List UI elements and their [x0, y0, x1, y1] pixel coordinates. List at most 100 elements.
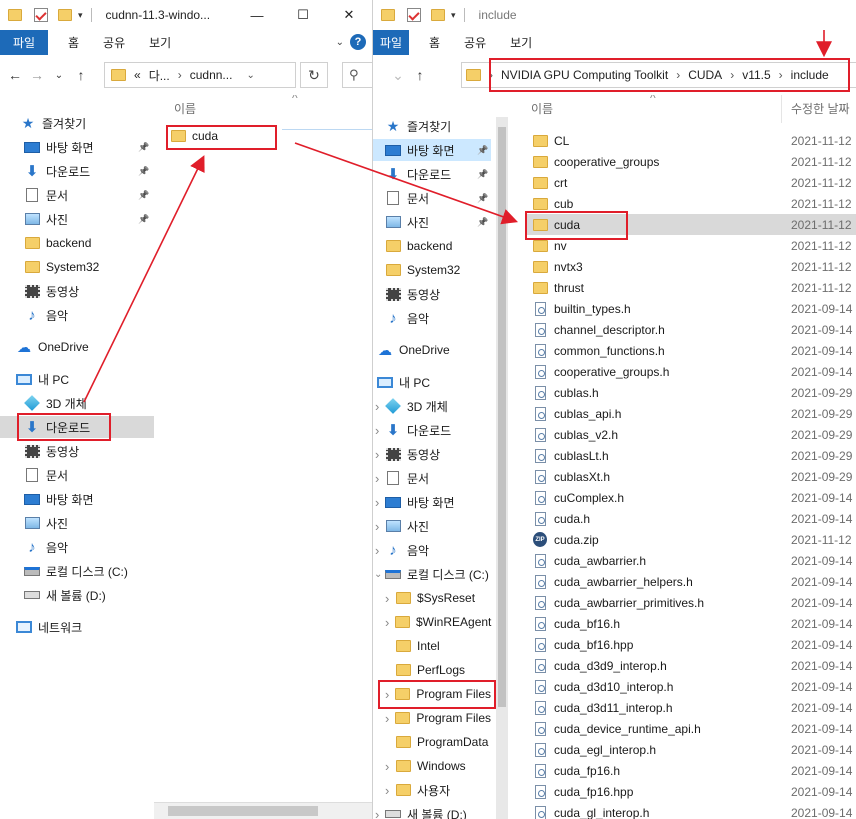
search-input[interactable]: ⚲: [342, 62, 372, 88]
breadcrumb-include[interactable]: include: [791, 68, 829, 82]
right-title-bar[interactable]: ▾ include: [373, 0, 856, 30]
expand-chevron-icon[interactable]: ›: [375, 471, 379, 486]
file-row-cublasxt-h[interactable]: cublasXt.h 2021-09-29: [526, 466, 856, 487]
file-row-thrust[interactable]: thrust 2021-11-12: [526, 277, 856, 298]
nav-item-windows[interactable]: › Windows: [373, 755, 491, 777]
left-title-bar[interactable]: ▾ cudnn-11.3-windo... — ☐ ✕: [0, 0, 372, 30]
chevron-right-icon[interactable]: ›: [779, 68, 783, 82]
chevron-right-icon[interactable]: ›: [676, 68, 680, 82]
nav-item-동영상[interactable]: › 동영상: [373, 443, 491, 465]
nav-item-사용자[interactable]: › 사용자: [373, 779, 491, 801]
file-row-cuda-awbarrier-h[interactable]: cuda_awbarrier.h 2021-09-14: [526, 550, 856, 571]
nav-item-바탕-화면[interactable]: 바탕 화면 📌: [373, 139, 491, 161]
expand-chevron-icon[interactable]: ›: [375, 495, 379, 510]
expand-ribbon-icon[interactable]: ⌄: [336, 37, 344, 48]
properties-icon[interactable]: [34, 8, 48, 22]
nav-item-문서[interactable]: › 문서: [373, 467, 491, 489]
new-folder-icon[interactable]: [431, 9, 445, 21]
file-row-cuda-device-runtime-api-h[interactable]: cuda_device_runtime_api.h 2021-09-14: [526, 718, 856, 739]
maximize-button[interactable]: ☐: [280, 0, 326, 30]
chevron-right-icon[interactable]: ›: [489, 68, 493, 82]
address-bar[interactable]: › NVIDIA GPU Computing Toolkit › CUDA › …: [461, 62, 856, 88]
file-row-cuda-zip[interactable]: ZIP cuda.zip 2021-11-12: [526, 529, 856, 550]
nav-item-다운로드[interactable]: ⬇ 다운로드: [0, 416, 154, 438]
nav-item-다운로드[interactable]: ⬇ 다운로드 📌: [0, 160, 154, 182]
nav-item-동영상[interactable]: 동영상: [373, 283, 491, 305]
nav-item-programdata[interactable]: ProgramData: [373, 731, 491, 753]
file-row-cublas-v2-h[interactable]: cublas_v2.h 2021-09-29: [526, 424, 856, 445]
nav-item-동영상[interactable]: 동영상: [0, 440, 154, 462]
nav-item-system32[interactable]: System32: [373, 259, 491, 281]
expand-chevron-icon[interactable]: ›: [385, 783, 389, 798]
chevron-down-icon[interactable]: ⌄: [246, 70, 254, 81]
column-header-name[interactable]: 이름: [174, 100, 196, 117]
nav-item-perflogs[interactable]: PerfLogs: [373, 659, 491, 681]
tab-share[interactable]: 공유: [103, 34, 125, 51]
minimize-button[interactable]: —: [234, 0, 280, 30]
column-header-name[interactable]: 이름: [531, 100, 553, 117]
up-button[interactable]: ↑: [409, 67, 431, 83]
nav-item-intel[interactable]: Intel: [373, 635, 491, 657]
nav-item-system32[interactable]: System32: [0, 256, 154, 278]
breadcrumb-downloads[interactable]: 다...: [149, 67, 170, 84]
tab-share[interactable]: 공유: [464, 34, 486, 51]
nav-item-새-볼륨-d[interactable]: 새 볼륨 (D:): [0, 584, 154, 606]
nav-item-사진[interactable]: 사진: [0, 512, 154, 534]
nav-item-backend[interactable]: backend: [373, 235, 491, 257]
recent-locations-button[interactable]: ⌄: [387, 67, 409, 84]
nav-item-program-files[interactable]: › Program Files: [373, 683, 491, 705]
expand-chevron-icon[interactable]: ›: [375, 519, 379, 534]
nav-scrollbar[interactable]: [496, 117, 508, 819]
expand-chevron-icon[interactable]: ›: [385, 591, 389, 606]
quick-access-dropdown-icon[interactable]: ▾: [78, 10, 83, 21]
nav-item-program-files[interactable]: › Program Files: [373, 707, 491, 729]
file-row-cublas-h[interactable]: cublas.h 2021-09-29: [526, 382, 856, 403]
scrollbar-thumb[interactable]: [168, 806, 318, 816]
file-row-cuda-bf16-h[interactable]: cuda_bf16.h 2021-09-14: [526, 613, 856, 634]
chevron-right-icon[interactable]: ›: [730, 68, 734, 82]
nav-item-내-pc[interactable]: 내 PC: [0, 368, 154, 390]
file-row-cuda-bf16-hpp[interactable]: cuda_bf16.hpp 2021-09-14: [526, 634, 856, 655]
file-row-cublaslt-h[interactable]: cublasLt.h 2021-09-29: [526, 445, 856, 466]
new-folder-icon[interactable]: [58, 9, 72, 21]
file-row-channel-descriptor-h[interactable]: channel_descriptor.h 2021-09-14: [526, 319, 856, 340]
file-row-cuda-awbarrier-helpers-h[interactable]: cuda_awbarrier_helpers.h 2021-09-14: [526, 571, 856, 592]
address-overflow[interactable]: «: [134, 68, 141, 82]
nav-item-바탕-화면[interactable]: 바탕 화면 📌: [0, 136, 154, 158]
nav-item-새-볼륨-d[interactable]: › 새 볼륨 (D:): [373, 803, 491, 819]
expand-chevron-icon[interactable]: ›: [375, 807, 379, 819]
nav-item-3d-개체[interactable]: 3D 개체: [0, 392, 154, 414]
expand-chevron-icon[interactable]: ›: [375, 399, 379, 414]
tab-home[interactable]: 홈: [68, 34, 79, 51]
breadcrumb-version[interactable]: v11.5: [742, 68, 770, 82]
nav-item-문서[interactable]: 문서 📌: [373, 187, 491, 209]
nav-item-즐겨찾기[interactable]: ★ 즐겨찾기: [373, 115, 491, 137]
file-row-builtin-types-h[interactable]: builtin_types.h 2021-09-14: [526, 298, 856, 319]
file-row-cooperative-groups-h[interactable]: cooperative_groups.h 2021-09-14: [526, 361, 856, 382]
nav-item-winreagent[interactable]: › $WinREAgent: [373, 611, 491, 633]
file-row-cuda-d3d9-interop-h[interactable]: cuda_d3d9_interop.h 2021-09-14: [526, 655, 856, 676]
nav-item-음악[interactable]: ♪ 음악: [0, 304, 154, 326]
quick-access-dropdown-icon[interactable]: ▾: [451, 10, 456, 21]
file-row-cuda-d3d11-interop-h[interactable]: cuda_d3d11_interop.h 2021-09-14: [526, 697, 856, 718]
back-button[interactable]: ←: [4, 67, 26, 83]
tab-file[interactable]: 파일: [0, 30, 48, 55]
nav-item-음악[interactable]: › ♪ 음악: [373, 539, 491, 561]
file-row-cuda-fp16-h[interactable]: cuda_fp16.h 2021-09-14: [526, 760, 856, 781]
nav-item-sysreset[interactable]: › $SysReset: [373, 587, 491, 609]
nav-item-바탕-화면[interactable]: 바탕 화면: [0, 488, 154, 510]
column-header-date[interactable]: 수정한 날짜: [791, 100, 850, 117]
nav-item-onedrive[interactable]: ☁ OneDrive: [0, 336, 154, 358]
file-row-cuda-awbarrier-primitives-h[interactable]: cuda_awbarrier_primitives.h 2021-09-14: [526, 592, 856, 613]
tab-view[interactable]: 보기: [510, 34, 532, 51]
nav-item-사진[interactable]: 사진 📌: [373, 211, 491, 233]
expand-chevron-icon[interactable]: ›: [385, 759, 389, 774]
nav-item-내-pc[interactable]: 내 PC: [373, 371, 491, 393]
nav-item-사진[interactable]: › 사진: [373, 515, 491, 537]
expand-chevron-icon[interactable]: ›: [375, 423, 379, 438]
file-row-cl[interactable]: CL 2021-11-12: [526, 130, 856, 151]
nav-item-onedrive[interactable]: ☁ OneDrive: [373, 339, 491, 361]
file-row-crt[interactable]: crt 2021-11-12: [526, 172, 856, 193]
breadcrumb-cuda[interactable]: CUDA: [688, 68, 722, 82]
file-row-nvtx3[interactable]: nvtx3 2021-11-12: [526, 256, 856, 277]
